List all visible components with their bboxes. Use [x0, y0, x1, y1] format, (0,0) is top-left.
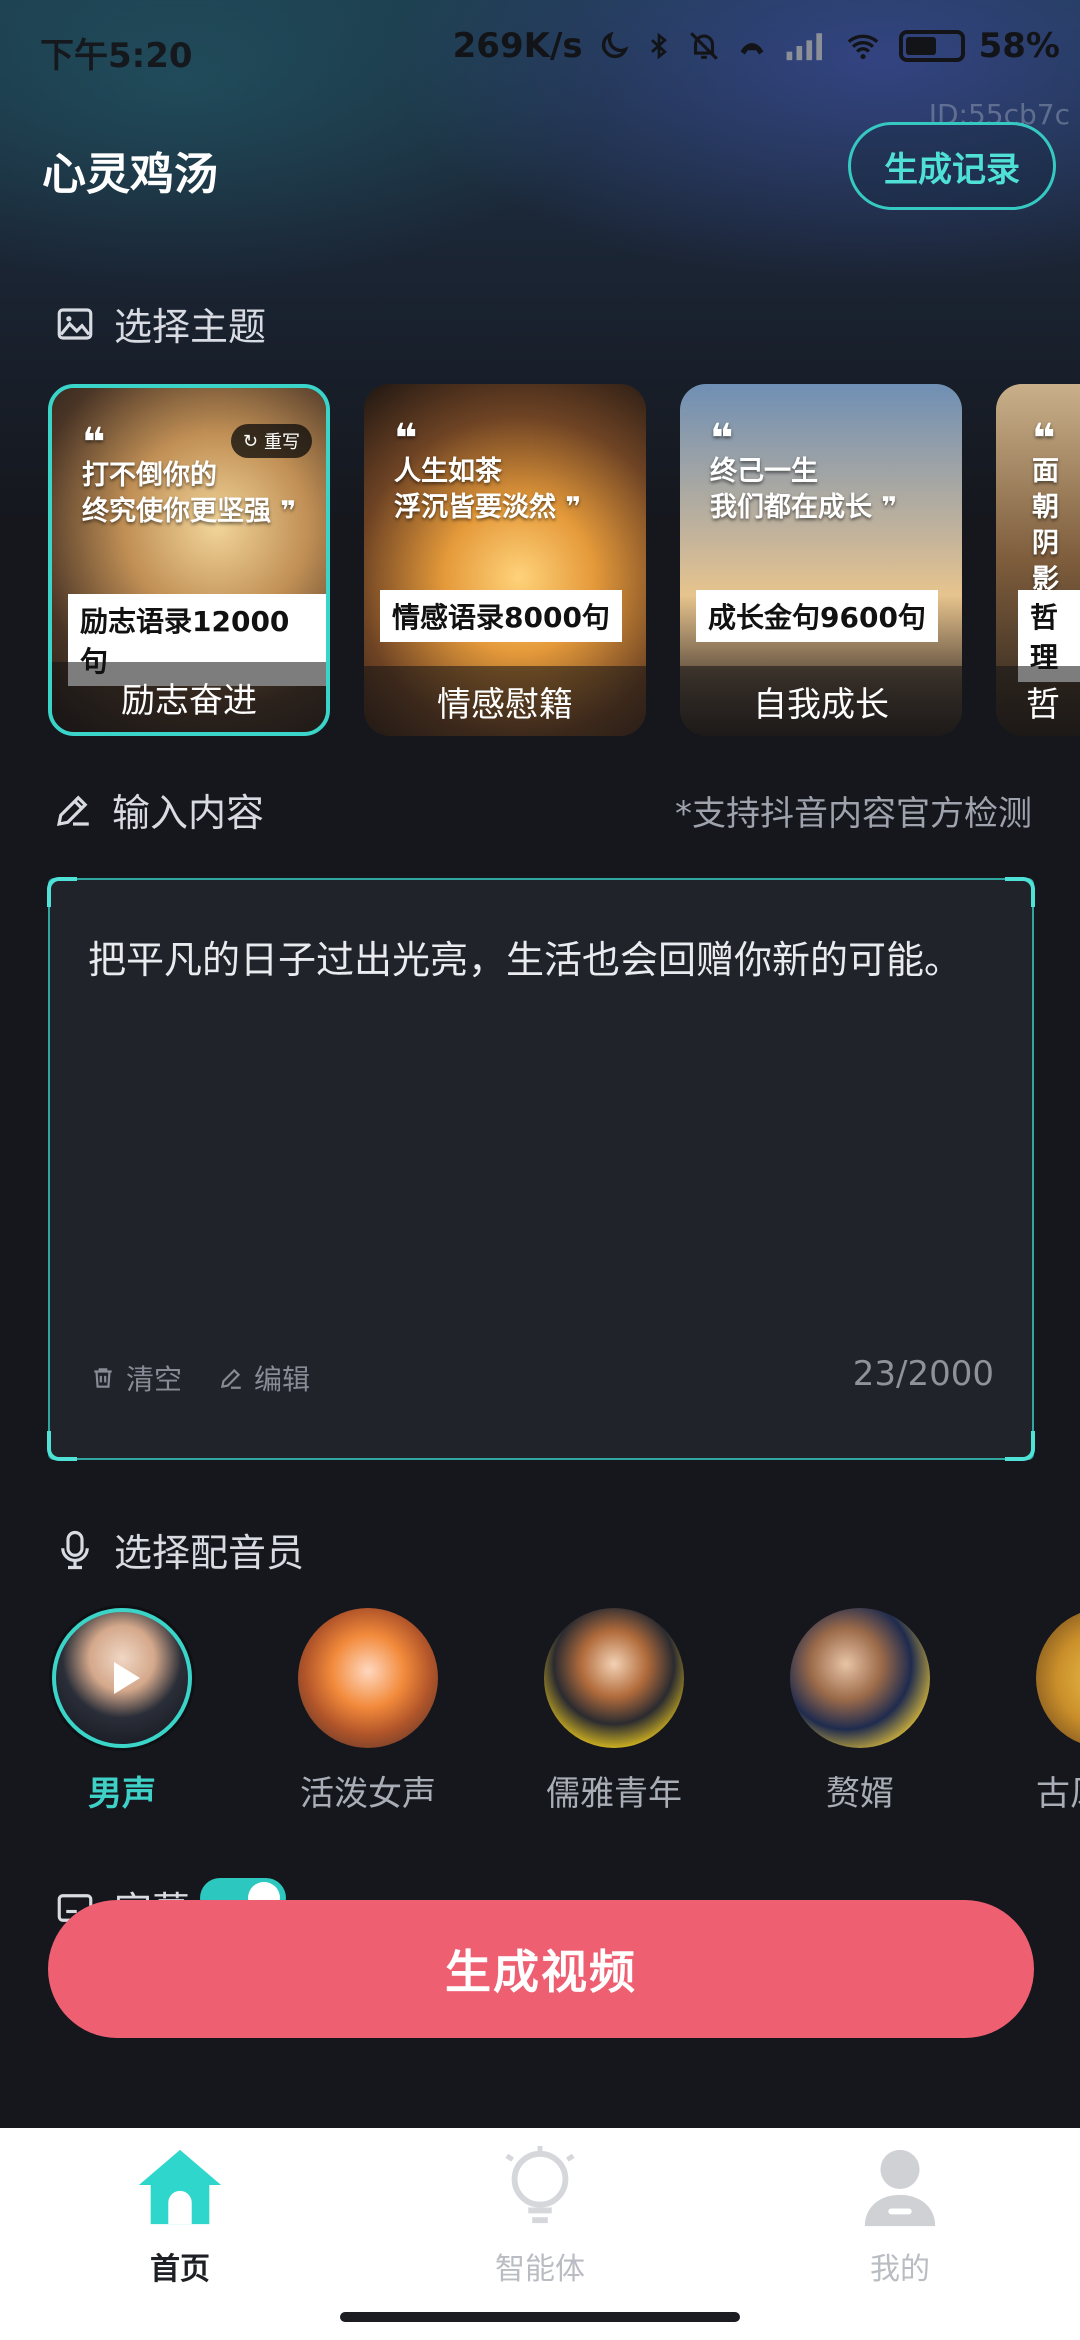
quote-close-icon: ❞	[271, 496, 297, 527]
call-icon	[740, 43, 763, 55]
quote-open-icon: ❝	[394, 416, 418, 462]
signal-icon	[786, 33, 822, 61]
history-button[interactable]: 生成记录	[848, 122, 1056, 210]
edit-button[interactable]: 编辑	[218, 1358, 310, 1398]
voice-option[interactable]: 儒雅青年	[534, 1608, 694, 1815]
corner-decoration	[1005, 1431, 1035, 1461]
status-bar: 下午5:20 269K/s 58%	[0, 0, 1080, 96]
corner-decoration	[1005, 877, 1035, 907]
avatar	[298, 1608, 438, 1748]
bottom-navigation: 首页 智能体 我的	[0, 2128, 1080, 2340]
voice-name: 赘婿	[826, 1774, 894, 1814]
voice-option[interactable]: 活泼女声	[288, 1608, 448, 1815]
voice-name: 活泼女声	[300, 1774, 436, 1814]
theme-card-growth[interactable]: ❝ 终己一生 我们都在成长 ❞ 成长金句9600句 自我成长	[680, 384, 962, 736]
quote-line-2: 浮沉皆要淡然	[394, 492, 556, 523]
bulb-icon	[505, 2145, 575, 2224]
home-indicator	[340, 2312, 740, 2322]
wifi-icon	[847, 34, 878, 60]
nav-agent-label: 智能体	[495, 2252, 585, 2287]
theme-card-label: 情感语录8000句	[380, 590, 622, 642]
quote-line-2: 我们都在成长	[710, 492, 872, 523]
theme-card-name: 励志奋进	[52, 662, 326, 732]
generate-video-button[interactable]: 生成视频	[48, 1900, 1034, 2038]
voice-name: 古风	[1036, 1774, 1080, 1814]
support-tip: *支持抖音内容官方检测	[675, 794, 1032, 834]
avatar	[1036, 1608, 1080, 1748]
pen-icon	[56, 795, 89, 826]
theme-card-label: 成长金句9600句	[696, 590, 938, 642]
voice-name: 男声	[88, 1774, 156, 1814]
voice-name: 儒雅青年	[546, 1774, 682, 1814]
quote-open-icon: ❝	[710, 416, 734, 462]
quote-close-icon: ❞	[556, 492, 582, 523]
home-icon	[138, 2149, 222, 2225]
battery-percent: 58%	[978, 26, 1060, 66]
trash-icon	[94, 1368, 112, 1388]
nav-agent[interactable]: 智能体	[440, 2144, 640, 2288]
theme-card-quote: ❝ 面朝 阴影	[1032, 416, 1080, 598]
theme-card-motivation[interactable]: ↻重写 ❝ 打不倒你的 终究使你更坚强 ❞ 励志语录12000句 励志奋进	[48, 384, 330, 736]
nav-profile-label: 我的	[870, 2252, 930, 2287]
quote-open-icon: ❝	[82, 420, 106, 466]
moon-icon	[601, 31, 629, 59]
theme-card-quote: ❝ 打不倒你的 终究使你更坚强 ❞	[82, 420, 297, 530]
avatar	[52, 1608, 192, 1748]
voice-option[interactable]: 男声	[42, 1608, 202, 1815]
play-icon	[114, 1662, 140, 1694]
status-time: 下午5:20	[40, 36, 193, 76]
mute-bell-icon	[689, 32, 718, 60]
bluetooth-icon	[650, 32, 667, 60]
quote-close-icon: ❞	[872, 492, 898, 523]
quote-line-1: 人生如茶	[394, 456, 502, 487]
voice-option[interactable]: 赘婿	[780, 1608, 940, 1815]
theme-card-name: 哲	[996, 666, 1080, 736]
quote-open-icon: ❝	[1032, 416, 1056, 462]
theme-card-philosophy[interactable]: ❝ 面朝 阴影 哲理 哲	[996, 384, 1080, 736]
status-icons: 269K/s 58%	[453, 26, 1060, 66]
microphone-icon	[61, 1530, 89, 1569]
edit-label: 编辑	[254, 1363, 311, 1396]
clear-button[interactable]: 清空	[90, 1358, 182, 1398]
quote-line-1: 面朝	[1032, 456, 1059, 523]
theme-section-label: 选择主题	[114, 305, 267, 349]
nav-profile[interactable]: 我的	[800, 2144, 1000, 2288]
nav-home-label: 首页	[150, 2252, 210, 2287]
theme-card-quote: ❝ 终己一生 我们都在成长 ❞	[710, 416, 898, 526]
quote-line-1: 终己一生	[710, 456, 818, 487]
profile-icon	[864, 2149, 936, 2227]
theme-card-quote: ❝ 人生如茶 浮沉皆要淡然 ❞	[394, 416, 582, 526]
corner-decoration	[47, 1431, 77, 1461]
clear-label: 清空	[126, 1363, 183, 1396]
avatar	[544, 1608, 684, 1748]
theme-card-name: 情感慰籍	[364, 666, 646, 736]
content-textarea[interactable]: 把平凡的日子过出光亮，生活也会回赠你新的可能。 清空 编辑 23/2000	[47, 877, 1035, 1461]
voice-section-label: 选择配音员	[114, 1531, 305, 1575]
theme-section-title: 选择主题	[54, 296, 266, 351]
voice-option[interactable]: 古风	[1026, 1608, 1080, 1815]
voice-section-title: 选择配音员	[54, 1522, 304, 1577]
theme-card-name: 自我成长	[680, 666, 962, 736]
quote-line-2: 终究使你更坚强	[82, 496, 271, 527]
network-speed: 269K/s	[452, 26, 583, 66]
input-section-title: 输入内容	[52, 782, 264, 837]
content-text[interactable]: 把平凡的日子过出光亮，生活也会回赠你新的可能。	[88, 922, 998, 998]
page-title: 心灵鸡汤	[42, 149, 218, 200]
quote-line-1: 打不倒你的	[82, 460, 217, 491]
input-section-label: 输入内容	[112, 791, 265, 835]
edit-icon	[220, 1368, 241, 1389]
image-icon	[57, 307, 93, 340]
theme-card-emotion[interactable]: ❝ 人生如茶 浮沉皆要淡然 ❞ 情感语录8000句 情感慰籍	[364, 384, 646, 736]
char-counter: 23/2000	[852, 1354, 994, 1394]
nav-home[interactable]: 首页	[80, 2144, 280, 2288]
quote-line-2: 阴影	[1032, 528, 1059, 595]
battery-icon	[898, 30, 965, 62]
avatar	[790, 1608, 930, 1748]
corner-decoration	[47, 877, 77, 907]
